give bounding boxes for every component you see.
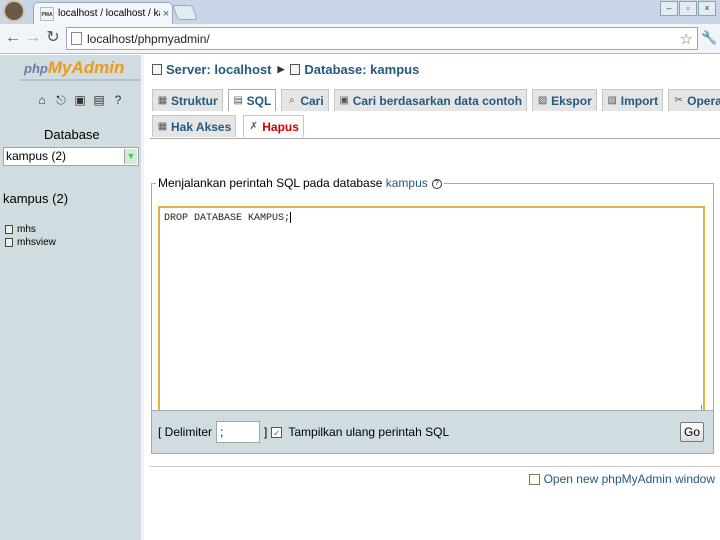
maximize-icon[interactable]: ▫ [679, 1, 697, 16]
phpmyadmin-logo[interactable]: phpMyAdmin [24, 58, 124, 78]
chevron-down-icon[interactable]: ▼ [124, 149, 137, 164]
minimize-icon[interactable]: – [660, 1, 678, 16]
database-select-value: kampus (2) [6, 149, 67, 163]
privileges-icon: ▦ [157, 121, 168, 132]
logo-divider [20, 79, 144, 81]
sql-footer: [ Delimiter ; ] ✓ Tampilkan ulang perint… [151, 410, 714, 454]
database-link[interactable]: kampus [386, 176, 428, 190]
tab-sql[interactable]: ▤ SQL [227, 89, 277, 111]
sql-query-textarea[interactable]: DROP DATABASE KAMPUS; [158, 206, 705, 414]
tabs-underline [150, 138, 720, 139]
logout-icon[interactable]: ⎋ [54, 93, 68, 107]
browser-titlebar: PMA localhost / localhost / kampus × – ▫… [0, 0, 720, 24]
reload-icon[interactable]: ↻ [44, 29, 62, 47]
tab-close-icon[interactable]: × [160, 8, 172, 20]
table-list: mhs mhsview [5, 223, 56, 249]
breadcrumb-server[interactable]: Server: localhost [166, 62, 272, 77]
delimiter-input[interactable]: ; [216, 421, 261, 443]
breadcrumb: Server: localhost ▶ Database: kampus [152, 62, 419, 77]
query-icon: ▣ [339, 95, 349, 106]
quick-links: ⌂ ⎋ ▣ ▤ ? [35, 93, 125, 107]
database-icon [290, 64, 301, 75]
database-title[interactable]: kampus (2) [3, 191, 68, 206]
sql-icon: ▤ [233, 95, 243, 106]
show-query-checkbox[interactable]: ✓ [271, 426, 283, 438]
sql-query-fieldset: Menjalankan perintah SQL pada database k… [151, 176, 714, 414]
bottom-divider [150, 466, 720, 467]
database-select[interactable]: kampus (2) ▼ [3, 147, 139, 166]
sql-legend: Menjalankan perintah SQL pada database k… [156, 176, 444, 190]
text-caret [290, 212, 292, 223]
browser-toolbar: ← → ↻ localhost/phpmyadmin/ ☆ 🔧 [0, 24, 720, 54]
server-icon [152, 64, 162, 75]
tab-cari[interactable]: ⌕ Cari [281, 89, 329, 111]
window-controls: – ▫ × [660, 1, 716, 16]
url-text: localhost/phpmyadmin/ [87, 31, 210, 46]
list-item[interactable]: mhsview [5, 236, 56, 249]
list-item[interactable]: mhs [5, 223, 56, 236]
wrench-menu-icon[interactable]: 🔧 [701, 30, 717, 48]
help-icon[interactable]: ? [111, 93, 125, 107]
search-icon: ⌕ [289, 95, 295, 106]
page-icon [71, 32, 82, 45]
query-window-icon[interactable]: ▣ [73, 93, 87, 107]
tab-hak-akses[interactable]: ▦ Hak Akses [152, 115, 237, 137]
breadcrumb-database[interactable]: Database: kampus [304, 62, 419, 77]
main-tabs: ▦ Struktur ▤ SQL ⌕ Cari ▣ Cari berdasarkan d… [152, 89, 720, 111]
import-icon: ▨ [607, 95, 617, 106]
navigation-frame: phpMyAdmin ⌂ ⎋ ▣ ▤ ? Database kampus (2)… [0, 55, 144, 540]
delimiter-bracket: ] [264, 425, 268, 439]
table-icon [5, 225, 13, 234]
new-window-label: Open new phpMyAdmin window [543, 472, 715, 486]
address-bar[interactable]: localhost/phpmyadmin/ ☆ [66, 27, 698, 50]
new-tab-button[interactable] [172, 5, 198, 20]
delete-icon: ✗ [249, 121, 258, 132]
tab-hapus[interactable]: ✗ Hapus [243, 115, 304, 137]
docs-icon[interactable]: ▤ [92, 93, 106, 107]
tools-icon: ✂ [674, 95, 683, 106]
table-icon [5, 238, 13, 247]
bookmark-star-icon[interactable]: ☆ [680, 30, 693, 48]
forward-arrow-icon[interactable]: → [24, 29, 42, 47]
tab-title: localhost / localhost / kampus [58, 8, 160, 19]
browser-tab[interactable]: PMA localhost / localhost / kampus × [33, 2, 173, 24]
show-query-label[interactable]: Tampilkan ulang perintah SQL [288, 425, 449, 439]
favicon: PMA [40, 6, 54, 21]
breadcrumb-separator-icon: ▶ [277, 64, 285, 74]
sql-query-text: DROP DATABASE KAMPUS; [164, 213, 291, 225]
tab-query-by-example[interactable]: ▣ Cari berdasarkan data contoh [333, 89, 528, 111]
go-button[interactable]: Go [680, 422, 704, 442]
new-window-icon [528, 473, 540, 485]
home-icon[interactable]: ⌂ [35, 93, 49, 107]
tab-struktur[interactable]: ▦ Struktur [152, 89, 223, 111]
close-window-icon[interactable]: × [698, 1, 716, 16]
delimiter-label: [ Delimiter [158, 425, 213, 439]
help-icon[interactable]: ? [431, 178, 442, 189]
back-arrow-icon[interactable]: ← [4, 29, 22, 47]
frame-divider[interactable] [141, 55, 144, 540]
tab-import[interactable]: ▨ Import [601, 89, 664, 111]
database-label: Database [44, 127, 100, 142]
export-icon: ▧ [537, 95, 548, 106]
new-window-link[interactable]: Open new phpMyAdmin window [528, 472, 715, 486]
structure-icon: ▦ [157, 95, 168, 106]
tab-operasi[interactable]: ✂Operasi [668, 89, 720, 111]
user-avatar[interactable] [3, 0, 25, 22]
tab-ekspor[interactable]: ▧ Ekspor [532, 89, 597, 111]
main-tabs-row2: ▦ Hak Akses ✗ Hapus [152, 115, 304, 137]
